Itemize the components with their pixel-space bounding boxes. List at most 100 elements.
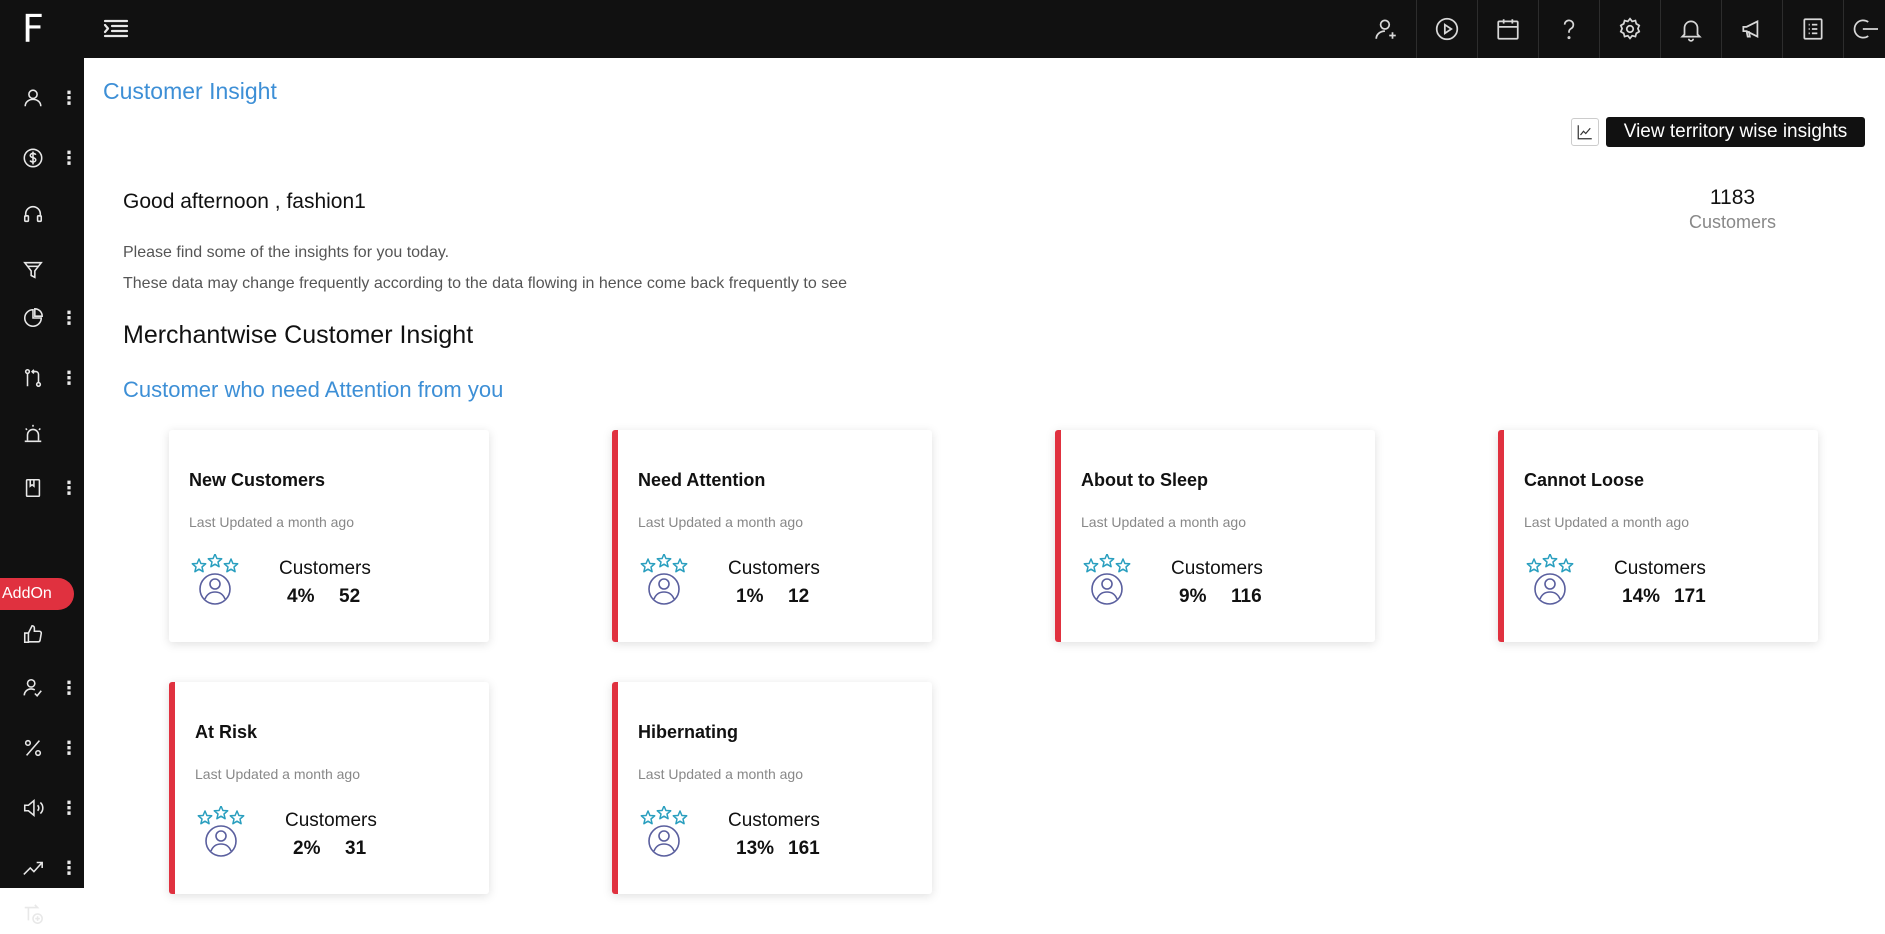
attention-heading: Customer who need Attention from you	[123, 377, 504, 402]
card-customers-label: Customers	[1171, 558, 1263, 579]
card-customers-label: Customers	[728, 810, 820, 831]
card-percent: 2%	[293, 838, 321, 859]
card-count: 161	[788, 838, 820, 859]
customer-stars-icon	[195, 805, 247, 858]
logout-icon[interactable]	[1843, 0, 1885, 58]
card-updated: Last Updated a month ago	[638, 514, 804, 530]
user-icon	[22, 87, 44, 109]
card-customers-label: Customers	[728, 558, 820, 579]
intro-line-2: These data may change frequently accordi…	[123, 275, 847, 292]
sidebar-item-campaigns[interactable]: ⋮	[0, 788, 84, 828]
card-updated: Last Updated a month ago	[189, 514, 355, 530]
help-icon[interactable]	[1538, 0, 1599, 58]
user-check-icon	[22, 677, 44, 699]
kebab-menu-icon[interactable]: ⋮	[60, 366, 78, 390]
kebab-menu-icon[interactable]: ⋮	[60, 86, 78, 110]
sidebar-item-support[interactable]	[0, 194, 84, 234]
card-updated: Last Updated a month ago	[1524, 514, 1690, 530]
sidebar-item-customers[interactable]: ⋮	[0, 668, 84, 708]
addon-badge[interactable]: AddOn	[0, 578, 74, 610]
kebab-menu-icon[interactable]: ⋮	[60, 796, 78, 820]
sidebar-item-finance[interactable]: ⋮	[0, 138, 84, 178]
sidebar-item-feedback[interactable]	[0, 614, 84, 654]
card-percent: 14%	[1622, 586, 1661, 607]
card-percent: 4%	[287, 586, 315, 607]
funnel-icon	[22, 259, 44, 281]
sidebar: ⋮ ⋮ ⋮ ⋮ ⋮ ⋮ ⋮ ⋮ ⋮ AddOn	[0, 58, 84, 924]
segment-card-about-to-sleep[interactable]: About to Sleep Last Updated a month ago …	[1055, 430, 1375, 642]
card-title: At Risk	[195, 722, 258, 742]
segment-card-at-risk[interactable]: At Risk Last Updated a month ago Custome…	[169, 682, 489, 894]
card-count: 12	[788, 586, 810, 607]
segment-card-cannot-loose[interactable]: Cannot Loose Last Updated a month ago Cu…	[1498, 430, 1818, 642]
chart-toggle-button[interactable]	[1571, 118, 1599, 146]
greeting-text: Good afternoon , fashion1	[123, 190, 366, 213]
page-title: Customer Insight	[103, 78, 277, 104]
git-compare-icon	[22, 367, 44, 389]
card-count: 52	[339, 586, 361, 607]
book-icon	[22, 477, 44, 499]
card-title: New Customers	[189, 470, 326, 490]
pie-chart-icon	[22, 307, 44, 329]
intro-line-1: Please find some of the insights for you…	[123, 244, 450, 261]
total-customers-count: 1183	[1709, 186, 1756, 209]
play-icon[interactable]	[1416, 0, 1477, 58]
sidebar-item-users[interactable]: ⋮	[0, 78, 84, 118]
add-user-icon[interactable]	[1355, 0, 1416, 58]
menu-toggle-icon[interactable]	[100, 14, 132, 44]
alarm-icon	[22, 423, 44, 445]
calendar-icon[interactable]	[1477, 0, 1538, 58]
kebab-menu-icon[interactable]: ⋮	[60, 856, 78, 880]
sidebar-item-routes[interactable]	[0, 894, 84, 934]
segment-card-new-customers[interactable]: New Customers Last Updated a month ago C…	[169, 430, 489, 642]
sidebar-item-catalog[interactable]: ⋮	[0, 468, 84, 508]
sidebar-item-compare[interactable]: ⋮	[0, 358, 84, 398]
card-customers-label: Customers	[279, 558, 371, 579]
megaphone-icon[interactable]	[1721, 0, 1782, 58]
notification-icon[interactable]	[1660, 0, 1721, 58]
app-logo[interactable]: F	[22, 4, 62, 54]
route-add-icon	[22, 903, 44, 925]
trending-up-icon	[22, 857, 44, 879]
settings-icon[interactable]	[1599, 0, 1660, 58]
sidebar-item-analytics[interactable]: ⋮	[0, 848, 84, 888]
kebab-menu-icon[interactable]: ⋮	[60, 476, 78, 500]
segment-card-hibernating[interactable]: Hibernating Last Updated a month ago Cus…	[612, 682, 932, 894]
sidebar-item-funnel[interactable]	[0, 250, 84, 290]
merchantwise-heading: Merchantwise Customer Insight	[123, 321, 474, 349]
sidebar-item-reports[interactable]: ⋮	[0, 298, 84, 338]
customer-stars-icon	[1524, 553, 1576, 606]
customer-stars-icon	[1081, 553, 1133, 606]
view-territory-insights-button[interactable]: View territory wise insights	[1606, 117, 1865, 147]
card-customers-label: Customers	[285, 810, 377, 831]
headset-icon	[22, 203, 44, 225]
card-customers-label: Customers	[1614, 558, 1706, 579]
percent-icon	[22, 737, 44, 759]
sidebar-item-discounts[interactable]: ⋮	[0, 728, 84, 768]
card-percent: 1%	[736, 586, 764, 607]
kebab-menu-icon[interactable]: ⋮	[60, 306, 78, 330]
card-updated: Last Updated a month ago	[638, 766, 804, 782]
thumbs-up-icon	[22, 623, 44, 645]
card-title: Cannot Loose	[1524, 470, 1644, 490]
card-percent: 9%	[1179, 586, 1207, 607]
card-count: 171	[1674, 586, 1706, 607]
kebab-menu-icon[interactable]: ⋮	[60, 676, 78, 700]
card-updated: Last Updated a month ago	[195, 766, 361, 782]
customer-stars-icon	[638, 805, 690, 858]
speaker-icon	[22, 797, 44, 819]
sidebar-item-alerts[interactable]	[0, 414, 84, 454]
card-count: 116	[1231, 586, 1262, 607]
segment-card-need-attention[interactable]: Need Attention Last Updated a month ago …	[612, 430, 932, 642]
card-updated: Last Updated a month ago	[1081, 514, 1247, 530]
card-title: Hibernating	[638, 722, 739, 742]
dollar-icon	[22, 147, 44, 169]
kebab-menu-icon[interactable]: ⋮	[60, 146, 78, 170]
list-icon[interactable]	[1782, 0, 1843, 58]
top-bar: F	[0, 0, 1885, 58]
card-title: Need Attention	[638, 470, 766, 490]
kebab-menu-icon[interactable]: ⋮	[60, 736, 78, 760]
line-chart-icon	[1577, 125, 1592, 140]
customer-stars-icon	[189, 553, 241, 606]
card-count: 31	[345, 838, 367, 859]
